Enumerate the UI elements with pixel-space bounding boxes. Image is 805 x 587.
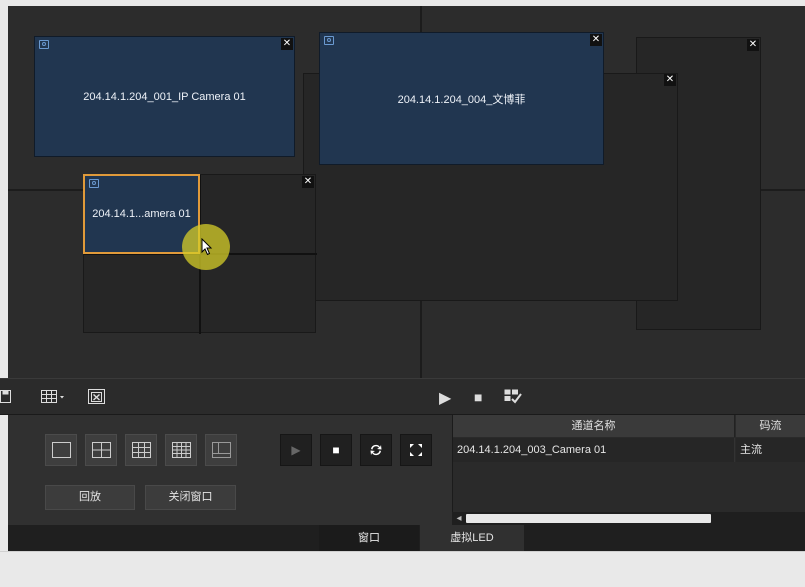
- stop-all-icon[interactable]: ■: [474, 389, 482, 405]
- fullscreen-button[interactable]: [400, 434, 432, 466]
- column-header-stream[interactable]: 码流: [736, 415, 805, 437]
- layout-custom-button[interactable]: [205, 434, 237, 466]
- tab-virtual-led[interactable]: 虚拟LED: [420, 525, 524, 551]
- check-window-icon[interactable]: [504, 389, 522, 405]
- playback-button[interactable]: 回放: [45, 485, 135, 510]
- close-icon[interactable]: ✕: [302, 176, 314, 188]
- refresh-icon: [370, 444, 382, 456]
- stop-button[interactable]: ■: [320, 434, 352, 466]
- window-label: 204.14.1...amera 01: [92, 208, 191, 220]
- layout-2x2-button[interactable]: [85, 434, 117, 466]
- horizontal-scrollbar[interactable]: ◂: [452, 512, 805, 525]
- layout-1x1-icon: [52, 442, 71, 458]
- refresh-button[interactable]: [360, 434, 392, 466]
- layout-1x1-button[interactable]: [45, 434, 77, 466]
- close-icon[interactable]: ✕: [590, 34, 602, 46]
- toolbar: ▶ ■: [0, 378, 805, 415]
- control-panel: ▶ ■ 回放 关闭窗口: [8, 415, 452, 525]
- monitor-icon: [39, 40, 49, 49]
- bottom-tab-bar: 窗口 虚拟LED: [8, 525, 805, 551]
- close-icon[interactable]: ✕: [281, 38, 293, 50]
- close-icon[interactable]: ✕: [747, 39, 759, 51]
- close-window-button[interactable]: 关闭窗口: [145, 485, 236, 510]
- scrollbar-thumb[interactable]: [466, 514, 711, 523]
- video-window-camera-004[interactable]: ✕ 204.14.1.204_004_文博菲: [319, 32, 604, 165]
- monitor-icon: [324, 36, 334, 45]
- close-icon[interactable]: ✕: [664, 74, 676, 86]
- channel-table: 通道名称 码流 204.14.1.204_003_Camera 01 主流: [452, 415, 805, 525]
- video-window-camera-001[interactable]: ✕ 204.14.1.204_001_IP Camera 01: [34, 36, 295, 157]
- layout-custom-icon: [212, 442, 231, 458]
- window-label: 204.14.1.204_001_IP Camera 01: [83, 90, 246, 103]
- table-cell-channel-name[interactable]: 204.14.1.204_003_Camera 01: [453, 438, 735, 462]
- window-label: 204.14.1.204_004_文博菲: [397, 93, 526, 106]
- scroll-left-arrow-icon[interactable]: ◂: [454, 513, 464, 524]
- grid-dropdown-icon[interactable]: [41, 390, 67, 404]
- status-bar: [0, 551, 805, 587]
- save-icon[interactable]: [0, 390, 12, 404]
- layout-3x3-button[interactable]: [125, 434, 157, 466]
- play-all-icon[interactable]: ▶: [439, 388, 451, 408]
- mouse-pointer-icon: [201, 238, 213, 256]
- video-wall-canvas[interactable]: ✕ ✕ ✕ ✕ 204.14.1.204_001_IP Camera 01 ✕ …: [8, 6, 805, 378]
- clear-windows-icon[interactable]: [88, 389, 106, 405]
- play-button[interactable]: ▶: [280, 434, 312, 466]
- tab-window[interactable]: 窗口: [319, 525, 419, 551]
- layout-4x4-icon: [172, 442, 191, 458]
- fullscreen-icon: [410, 444, 422, 456]
- layout-4x4-button[interactable]: [165, 434, 197, 466]
- layout-2x2-icon: [92, 442, 111, 458]
- table-cell-stream[interactable]: 主流: [736, 438, 805, 462]
- column-header-channel-name[interactable]: 通道名称: [453, 415, 735, 437]
- layout-3x3-icon: [132, 442, 151, 458]
- monitor-icon: [89, 179, 99, 188]
